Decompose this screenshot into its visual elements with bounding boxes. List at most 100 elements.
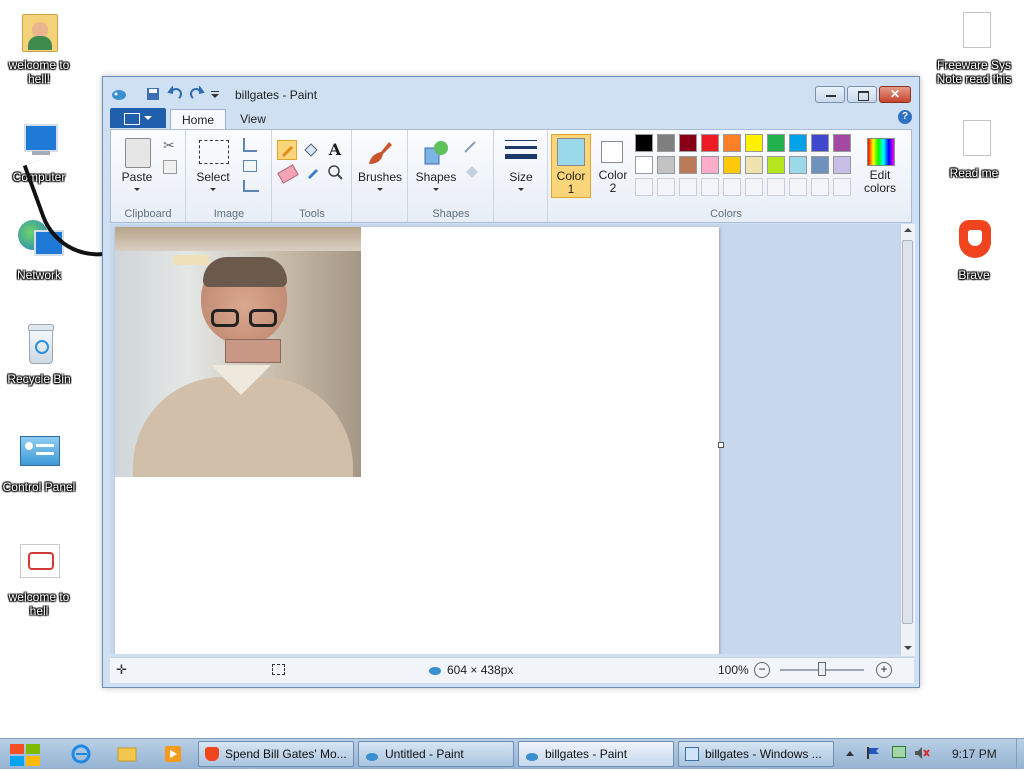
custom-color-slot[interactable] (789, 178, 807, 196)
palette-swatch[interactable] (789, 134, 807, 152)
drawing-canvas[interactable] (115, 227, 724, 654)
brushes-button[interactable]: Brushes (357, 134, 403, 198)
fill-bucket-icon[interactable] (301, 140, 321, 160)
tab-home[interactable]: Home (170, 109, 226, 130)
paint-app-icon[interactable] (111, 86, 127, 102)
palette-swatch[interactable] (745, 134, 763, 152)
maximize-button[interactable] (847, 86, 877, 103)
customize-quick-access-icon[interactable] (209, 86, 225, 102)
custom-color-slot[interactable] (679, 178, 697, 196)
palette-swatch[interactable] (833, 156, 851, 174)
palette-swatch[interactable] (745, 156, 763, 174)
taskbar-button-billgates-paint[interactable]: billgates - Paint (518, 741, 674, 767)
show-desktop-button[interactable] (1016, 739, 1024, 769)
vertical-scrollbar[interactable] (900, 224, 915, 656)
palette-swatch[interactable] (657, 134, 675, 152)
desktop-icon-control-panel[interactable]: Control Panel (0, 430, 81, 494)
desktop-icon-brave[interactable]: Brave (932, 218, 1016, 282)
file-explorer-icon[interactable] (116, 743, 138, 765)
palette-swatch[interactable] (811, 156, 829, 174)
taskbar-button-photo-viewer[interactable]: billgates - Windows ... (678, 741, 834, 767)
copy-icon[interactable] (163, 160, 177, 174)
paste-button[interactable]: Paste (115, 134, 159, 198)
palette-swatch[interactable] (789, 156, 807, 174)
palette-swatch[interactable] (833, 134, 851, 152)
status-bar: ✛ 604 × 438px 100% − + (110, 657, 914, 683)
title-bar[interactable]: billgates - Paint ✕ (103, 77, 919, 107)
desktop-icon-welcome-note[interactable]: welcome to hell (0, 540, 81, 618)
custom-color-slot[interactable] (811, 178, 829, 196)
network-status-icon[interactable] (892, 746, 906, 758)
redo-icon[interactable] (189, 85, 205, 102)
text-tool-icon[interactable]: A (325, 140, 345, 160)
palette-swatch[interactable] (723, 134, 741, 152)
custom-color-slot[interactable] (833, 178, 851, 196)
palette-swatch[interactable] (723, 156, 741, 174)
custom-color-slot[interactable] (635, 178, 653, 196)
zoom-in-button[interactable]: + (876, 662, 892, 678)
custom-color-slot[interactable] (701, 178, 719, 196)
file-menu-button[interactable] (110, 108, 166, 128)
palette-swatch[interactable] (811, 134, 829, 152)
outline-icon[interactable] (463, 140, 483, 154)
palette-swatch[interactable] (679, 156, 697, 174)
save-icon[interactable] (145, 86, 161, 102)
taskbar: Spend Bill Gates' Mo... Untitled - Paint… (0, 738, 1024, 769)
minimize-button[interactable] (815, 86, 845, 103)
palette-swatch[interactable] (767, 134, 785, 152)
desktop-icon-read-me[interactable]: Read me (932, 116, 1016, 180)
custom-color-slot[interactable] (657, 178, 675, 196)
palette-swatch[interactable] (701, 134, 719, 152)
custom-color-slot[interactable] (767, 178, 785, 196)
crop-icon[interactable] (243, 138, 257, 152)
select-button[interactable]: Select (191, 134, 235, 198)
desktop-icon-recycle-bin[interactable]: Recycle Bin (0, 322, 81, 386)
eraser-icon[interactable] (277, 164, 299, 184)
cut-icon[interactable]: ✂ (163, 138, 177, 152)
pencil-tool-icon[interactable] (277, 140, 297, 160)
undo-icon[interactable] (167, 85, 183, 102)
resize-icon[interactable] (243, 160, 257, 172)
palette-swatch[interactable] (657, 156, 675, 174)
size-button[interactable]: Size (499, 134, 543, 198)
magnifier-icon[interactable] (327, 164, 343, 180)
scroll-down-icon[interactable] (904, 646, 912, 650)
color2-button[interactable]: Color 2 (593, 134, 633, 198)
zoom-out-button[interactable]: − (754, 662, 770, 678)
taskbar-button-brave[interactable]: Spend Bill Gates' Mo... (198, 741, 354, 767)
shapes-button[interactable]: Shapes (413, 134, 459, 198)
shape-fill-icon[interactable] (463, 164, 483, 178)
palette-swatch[interactable] (679, 134, 697, 152)
tools-group: A Tools (273, 130, 352, 222)
custom-color-slot[interactable] (745, 178, 763, 196)
desktop-icon-welcome-folder[interactable]: welcome to hell! (0, 8, 81, 86)
taskbar-button-untitled-paint[interactable]: Untitled - Paint (358, 741, 514, 767)
rotate-icon[interactable] (243, 180, 259, 192)
help-icon[interactable]: ? (898, 110, 912, 124)
start-button[interactable] (8, 742, 44, 768)
clock[interactable]: 9:17 PM (952, 747, 997, 761)
action-center-flag-icon[interactable] (866, 747, 880, 759)
palette-swatch[interactable] (635, 156, 653, 174)
edit-colors-button[interactable]: Edit colors (859, 134, 901, 198)
tab-view[interactable]: View (228, 109, 278, 129)
paint-window[interactable]: billgates - Paint ✕ Home View ? Paste ✂ (102, 76, 920, 688)
internet-explorer-icon[interactable] (70, 743, 92, 765)
scroll-up-icon[interactable] (904, 228, 912, 232)
close-button[interactable]: ✕ (879, 86, 911, 103)
color-picker-icon[interactable] (305, 164, 321, 180)
scroll-thumb[interactable] (902, 240, 913, 624)
volume-muted-icon[interactable] (914, 746, 930, 760)
taskbar-button-label: billgates - Windows ... (705, 747, 822, 761)
zoom-slider-thumb[interactable] (818, 662, 826, 676)
show-hidden-icons-icon[interactable] (846, 751, 854, 756)
desktop-icon-freeware-note[interactable]: Freeware Sys Note read this (932, 8, 1016, 86)
canvas-resize-handle[interactable] (718, 442, 724, 448)
brave-lion-icon (951, 218, 997, 264)
custom-color-slot[interactable] (723, 178, 741, 196)
media-player-icon[interactable] (162, 743, 184, 765)
palette-swatch[interactable] (701, 156, 719, 174)
palette-swatch[interactable] (767, 156, 785, 174)
color1-button[interactable]: Color 1 (551, 134, 591, 198)
palette-swatch[interactable] (635, 134, 653, 152)
